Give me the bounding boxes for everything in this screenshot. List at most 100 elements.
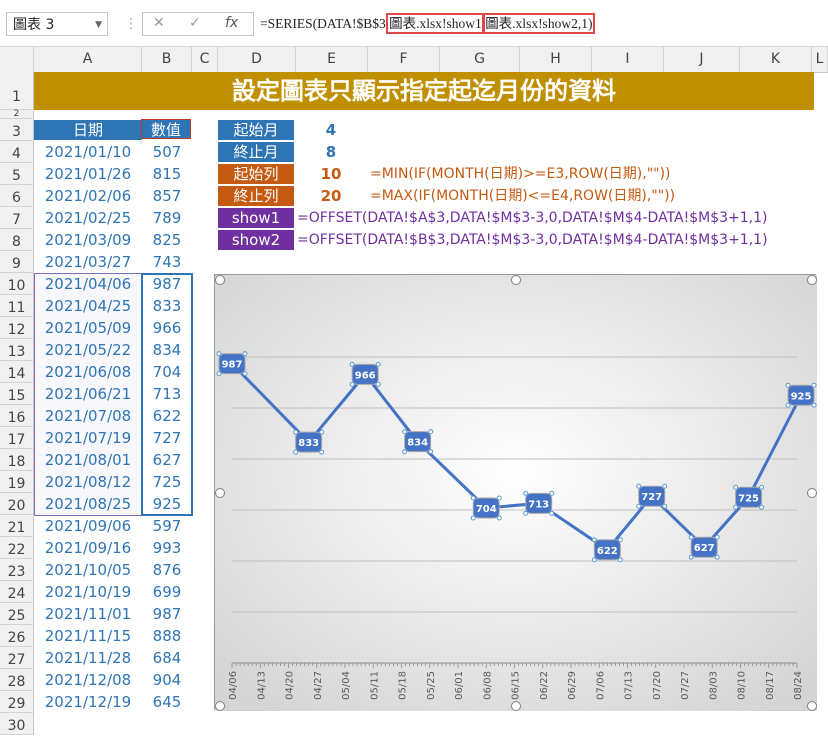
value-cell[interactable]: 876: [143, 559, 191, 581]
cancel-icon[interactable]: ✕: [153, 15, 165, 31]
date-cell[interactable]: 2021/11/28: [34, 647, 142, 669]
date-cell[interactable]: 2021/08/12: [34, 471, 142, 493]
date-cell[interactable]: 2021/11/01: [34, 603, 142, 625]
date-cell[interactable]: 2021/04/06: [34, 273, 142, 295]
date-cell[interactable]: 2021/07/08: [34, 405, 142, 427]
date-cell[interactable]: 2021/09/16: [34, 537, 142, 559]
row-header[interactable]: 3: [0, 119, 34, 141]
value-cell[interactable]: 725: [143, 471, 191, 493]
formula-input[interactable]: =SERIES(DATA!$B$3,圖表.xlsx!show1,圖表.xlsx!…: [260, 12, 820, 36]
chart-resize-handle[interactable]: [511, 275, 521, 285]
column-header-k[interactable]: K: [740, 47, 812, 72]
row-header[interactable]: 17: [0, 427, 34, 449]
date-cell[interactable]: 2021/01/10: [34, 141, 142, 163]
value-cell[interactable]: 925: [143, 493, 191, 515]
date-cell[interactable]: 2021/03/09: [34, 229, 142, 251]
row-header[interactable]: 12: [0, 317, 34, 339]
date-cell[interactable]: 2021/10/05: [34, 559, 142, 581]
column-header-b[interactable]: B: [142, 47, 192, 72]
date-cell[interactable]: 2021/10/19: [34, 581, 142, 603]
row-header[interactable]: 1: [0, 72, 34, 110]
row-header[interactable]: 20: [0, 493, 34, 515]
row-header[interactable]: 24: [0, 581, 34, 603]
row-header[interactable]: 29: [0, 691, 34, 713]
date-cell[interactable]: 2021/09/06: [34, 515, 142, 537]
date-cell[interactable]: 2021/12/19: [34, 691, 142, 713]
row-header[interactable]: 2: [0, 110, 34, 119]
row-header[interactable]: 8: [0, 229, 34, 251]
row-header[interactable]: 27: [0, 647, 34, 669]
column-header-i[interactable]: I: [592, 47, 664, 72]
row-header[interactable]: 5: [0, 163, 34, 185]
value-cell[interactable]: 888: [143, 625, 191, 647]
row-header[interactable]: 23: [0, 559, 34, 581]
date-cell[interactable]: 2021/05/22: [34, 339, 142, 361]
row-header[interactable]: 16: [0, 405, 34, 427]
value-cell[interactable]: 825: [143, 229, 191, 251]
date-cell[interactable]: 2021/12/08: [34, 669, 142, 691]
row-header[interactable]: 25: [0, 603, 34, 625]
chevron-down-icon[interactable]: ▼: [95, 13, 102, 37]
chart-resize-handle[interactable]: [511, 701, 521, 711]
row-header[interactable]: 4: [0, 141, 34, 163]
value-cell[interactable]: 727: [143, 427, 191, 449]
row-header[interactable]: 15: [0, 383, 34, 405]
date-cell[interactable]: 2021/02/06: [34, 185, 142, 207]
param-value-start-month[interactable]: 4: [296, 119, 366, 141]
row-header[interactable]: 21: [0, 515, 34, 537]
row-header[interactable]: 19: [0, 471, 34, 493]
column-header-d[interactable]: D: [218, 47, 296, 72]
name-box[interactable]: 圖表 3 ▼: [6, 12, 108, 36]
date-cell[interactable]: 2021/06/21: [34, 383, 142, 405]
row-header[interactable]: 30: [0, 713, 34, 735]
value-cell[interactable]: 857: [143, 185, 191, 207]
value-cell[interactable]: 834: [143, 339, 191, 361]
column-header-h[interactable]: H: [520, 47, 592, 72]
value-cell[interactable]: 966: [143, 317, 191, 339]
chart-resize-handle[interactable]: [215, 488, 225, 498]
value-cell[interactable]: 904: [143, 669, 191, 691]
row-header[interactable]: 22: [0, 537, 34, 559]
date-cell[interactable]: 2021/11/15: [34, 625, 142, 647]
value-cell[interactable]: 833: [143, 295, 191, 317]
value-cell[interactable]: 713: [143, 383, 191, 405]
column-header-f[interactable]: F: [368, 47, 440, 72]
row-header[interactable]: 13: [0, 339, 34, 361]
chart-resize-handle[interactable]: [807, 701, 817, 711]
value-cell[interactable]: 507: [143, 141, 191, 163]
chart-resize-handle[interactable]: [807, 488, 817, 498]
row-header[interactable]: 26: [0, 625, 34, 647]
row-header[interactable]: 11: [0, 295, 34, 317]
value-cell[interactable]: 987: [143, 603, 191, 625]
column-header-e[interactable]: E: [296, 47, 368, 72]
row-header[interactable]: 9: [0, 251, 34, 273]
row-header[interactable]: 14: [0, 361, 34, 383]
date-cell[interactable]: 2021/03/27: [34, 251, 142, 273]
param-value-start-row[interactable]: 10: [296, 163, 366, 185]
chart-resize-handle[interactable]: [215, 701, 225, 711]
date-cell[interactable]: 2021/08/25: [34, 493, 142, 515]
value-cell[interactable]: 815: [143, 163, 191, 185]
row-header[interactable]: 6: [0, 185, 34, 207]
param-value-end-row[interactable]: 20: [296, 185, 366, 207]
value-cell[interactable]: 987: [143, 273, 191, 295]
value-cell[interactable]: 645: [143, 691, 191, 713]
date-cell[interactable]: 2021/07/19: [34, 427, 142, 449]
row-header[interactable]: 18: [0, 449, 34, 471]
column-header-c[interactable]: C: [192, 47, 218, 72]
column-header-j[interactable]: J: [664, 47, 740, 72]
row-header[interactable]: 28: [0, 669, 34, 691]
column-header-g[interactable]: G: [440, 47, 520, 72]
column-header-l[interactable]: L: [812, 47, 828, 72]
value-cell[interactable]: 684: [143, 647, 191, 669]
param-value-end-month[interactable]: 8: [296, 141, 366, 163]
line-chart[interactable]: 04/06 04/13 04/20 04/27 05/04 05/11 05/18 05/25…: [214, 274, 817, 711]
date-cell[interactable]: 2021/06/08: [34, 361, 142, 383]
value-cell[interactable]: 597: [143, 515, 191, 537]
value-cell[interactable]: 622: [143, 405, 191, 427]
column-header-a[interactable]: A: [34, 47, 142, 72]
date-cell[interactable]: 2021/02/25: [34, 207, 142, 229]
value-cell[interactable]: 627: [143, 449, 191, 471]
select-all-corner[interactable]: [0, 47, 34, 72]
chart-resize-handle[interactable]: [215, 275, 225, 285]
